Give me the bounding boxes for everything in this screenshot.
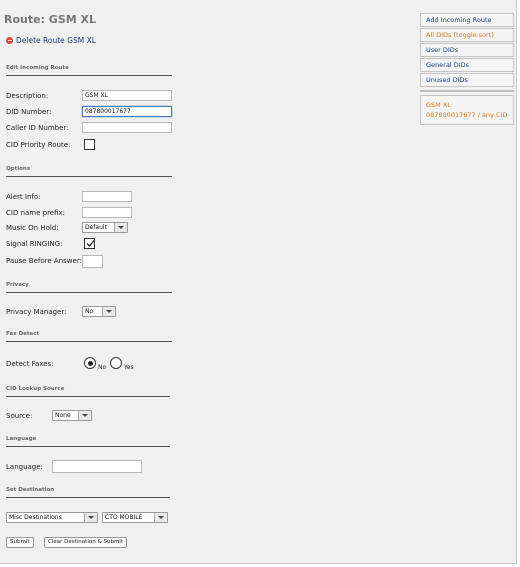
privacy-manager-label: Privacy Manager: [6, 308, 67, 316]
caller-id-input[interactable] [82, 122, 172, 133]
section-set-destination: Set Destination [6, 487, 55, 493]
section-cid-lookup: CID Lookup Source [6, 386, 65, 392]
clear-destination-submit-button[interactable]: Clear Destination & Submit [44, 537, 127, 548]
main-content: Route: GSM XL Delete Route GSM XL Edit I… [4, 0, 414, 563]
delete-icon [6, 37, 13, 44]
did-number-label: DID Number: [6, 108, 52, 116]
sidebar-item-unused-dids[interactable]: Unused DIDs [420, 73, 514, 87]
delete-route-label: Delete Route GSM XL [16, 36, 96, 45]
destination-category-value: Misc Destinations [9, 514, 62, 521]
alert-info-input[interactable] [82, 191, 132, 202]
detect-faxes-no-radio[interactable] [84, 357, 96, 369]
destination-target-select[interactable]: CTO MOBILE [102, 512, 168, 523]
sidebar-item-user-dids[interactable]: User DIDs [420, 43, 514, 57]
pause-input[interactable] [82, 255, 103, 268]
sidebar-item-general-dids[interactable]: General DIDs [420, 58, 514, 72]
section-divider [6, 497, 170, 498]
sidebar-item-all-dids[interactable]: All DIDs (toggle sort) [420, 28, 514, 42]
language-input[interactable] [52, 460, 142, 473]
pause-label: Pause Before Answer: [6, 257, 82, 265]
page-title: Route: GSM XL [4, 13, 97, 26]
source-select-value: None [55, 412, 71, 419]
section-divider [6, 396, 170, 397]
delete-route-link[interactable]: Delete Route GSM XL [6, 36, 96, 45]
sidebar-current-route[interactable]: GSM XL 087800017677 / any CID [420, 95, 514, 125]
current-route-detail: 087800017677 / any CID [426, 111, 508, 119]
section-edit-incoming-route: Edit Incoming Route [6, 65, 69, 71]
section-divider [6, 176, 172, 177]
description-label: Description: [6, 92, 49, 100]
cid-priority-checkbox[interactable] [84, 139, 95, 150]
privacy-manager-value: No [85, 308, 94, 315]
language-label: Language: [6, 463, 43, 471]
description-input[interactable]: GSM XL [82, 90, 172, 101]
sidebar-item-add-incoming-route[interactable]: Add Incoming Route [420, 13, 514, 27]
detect-faxes-yes-radio[interactable] [110, 357, 122, 369]
moh-select[interactable]: Default [82, 222, 128, 233]
signal-ringing-checkbox[interactable] [84, 238, 95, 249]
signal-ringing-label: Signal RINGING: [6, 240, 63, 248]
chevron-down-icon [102, 307, 115, 316]
destination-target-value: CTO MOBILE [105, 514, 143, 521]
section-privacy: Privacy [6, 282, 29, 288]
source-select[interactable]: None [52, 410, 92, 421]
cid-priority-label: CID Priority Route: [6, 141, 71, 149]
moh-select-value: Default [85, 224, 107, 231]
chevron-down-icon [114, 223, 127, 232]
chevron-down-icon [154, 513, 167, 522]
sidebar-divider [420, 90, 514, 92]
detect-faxes-label: Detect Faxes: [6, 360, 54, 368]
section-divider [6, 446, 170, 447]
moh-label: Music On Hold: [6, 224, 59, 232]
submit-button[interactable]: Submit [6, 537, 34, 548]
section-divider [6, 292, 172, 293]
section-options: Options [6, 166, 31, 172]
section-divider [6, 341, 172, 342]
section-divider [6, 75, 172, 76]
privacy-manager-select[interactable]: No [82, 306, 116, 317]
destination-category-select[interactable]: Misc Destinations [6, 512, 98, 523]
did-number-input[interactable]: 087800017677 [82, 106, 172, 117]
chevron-down-icon [84, 513, 97, 522]
section-language: Language [6, 436, 37, 442]
cid-prefix-input[interactable] [82, 207, 132, 218]
current-route-name: GSM XL [426, 101, 451, 109]
alert-info-label: Alert Info: [6, 193, 41, 201]
chevron-down-icon [78, 411, 91, 420]
section-fax-detect: Fax Detect [6, 331, 40, 337]
detect-faxes-yes-label: Yes [124, 364, 134, 371]
check-icon [86, 240, 95, 247]
source-label: Source: [6, 412, 33, 420]
caller-id-label: Caller ID Number: [6, 124, 69, 132]
detect-faxes-no-label: No [98, 364, 107, 371]
cid-prefix-label: CID name prefix: [6, 209, 66, 217]
page-frame: Route: GSM XL Delete Route GSM XL Edit I… [0, 0, 517, 564]
